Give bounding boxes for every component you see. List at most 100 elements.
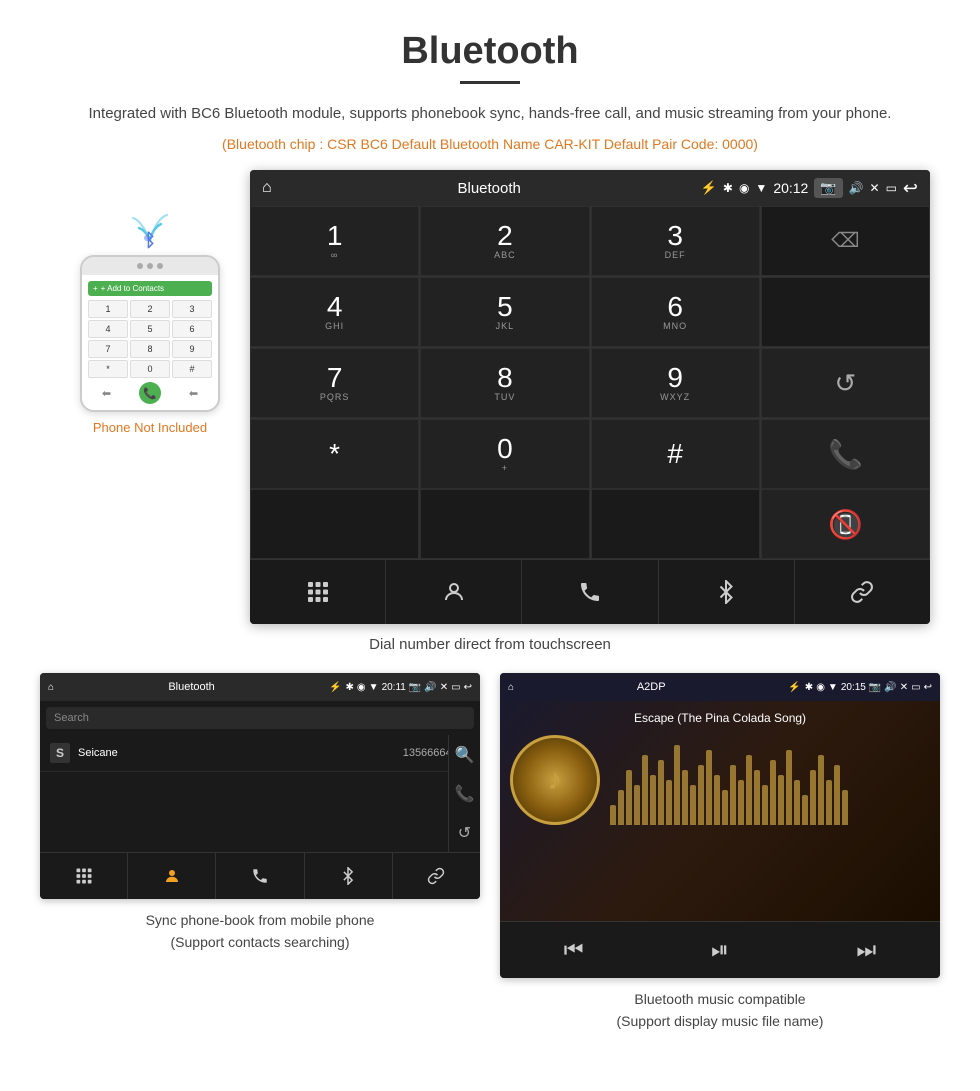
- phone-button[interactable]: [522, 560, 658, 624]
- dial-key-9[interactable]: 9WXYZ: [591, 348, 760, 418]
- pb-contact-letter: S: [50, 743, 70, 763]
- chip-info: (Bluetooth chip : CSR BC6 Default Blueto…: [0, 136, 980, 152]
- phone-dot: [137, 263, 143, 269]
- eq-bar: [762, 785, 768, 825]
- phone-key-7: 7: [88, 340, 128, 358]
- dial-key-5[interactable]: 5JKL: [420, 277, 589, 347]
- dialpad-button[interactable]: [250, 560, 386, 624]
- eq-bar: [842, 790, 848, 825]
- pb-phone-btn[interactable]: [216, 853, 304, 899]
- bottom-screens: ⌂ Bluetooth ⚡ ✱ ◉ ▼ 20:11 📷 🔊 ✕ ▭ ↩ Sear…: [0, 673, 980, 1033]
- back-icon[interactable]: ↩: [903, 178, 918, 199]
- pb-person-btn[interactable]: [128, 853, 216, 899]
- music-camera-icon: 📷: [869, 682, 881, 693]
- dial-key-7[interactable]: 7PQRS: [250, 348, 419, 418]
- dial-key-1[interactable]: 1∞: [250, 206, 419, 276]
- pb-body: S Seicane 13566664466 🔍 📞 ↺: [40, 735, 480, 852]
- pb-action-bar: [40, 852, 480, 899]
- eq-bar: [650, 775, 656, 825]
- dial-call-green[interactable]: 📞: [761, 419, 930, 489]
- music-caption: Bluetooth music compatible(Support displ…: [500, 988, 940, 1033]
- dialpad-grid: 1∞ 2ABC 3DEF ⌫ 4GHI 5JKL 6MNO: [250, 206, 930, 489]
- eq-bar: [794, 780, 800, 825]
- song-title: Escape (The Pina Colada Song): [634, 711, 806, 725]
- music-controls: ⏮ ⏯ ⏭: [500, 921, 940, 978]
- volume-icon[interactable]: 🔊: [849, 181, 864, 195]
- pb-search-bar[interactable]: Search: [46, 707, 474, 729]
- dial-key-0[interactable]: 0+: [420, 419, 589, 489]
- next-track-button[interactable]: ⏭: [841, 932, 891, 968]
- contacts-button[interactable]: [386, 560, 522, 624]
- prev-track-button[interactable]: ⏮: [549, 932, 599, 968]
- link-button[interactable]: [795, 560, 930, 624]
- eq-bar: [690, 785, 696, 825]
- eq-bar: [666, 780, 672, 825]
- page-title: Bluetooth: [0, 0, 980, 81]
- music-screen-wrapper: ⌂ A2DP ⚡ ✱ ◉ ▼ 20:15 📷 🔊 ✕ ▭ ↩ Escape (T…: [500, 673, 940, 1033]
- dial-key-6[interactable]: 6MNO: [591, 277, 760, 347]
- dial-key-4[interactable]: 4GHI: [250, 277, 419, 347]
- dial-key-hash[interactable]: #: [591, 419, 760, 489]
- pb-refresh-icon[interactable]: ↺: [458, 823, 471, 843]
- eq-bar: [770, 760, 776, 825]
- home-icon[interactable]: ⌂: [262, 179, 272, 197]
- dial-key-2[interactable]: 2ABC: [420, 206, 589, 276]
- pb-call-side-icon[interactable]: 📞: [455, 784, 475, 804]
- dial-end-call[interactable]: 📵: [761, 489, 930, 559]
- dial-key-8[interactable]: 8TUV: [420, 348, 589, 418]
- phone-side: ᛒ + + Add to Contacts 1 2 3 4: [50, 170, 250, 435]
- play-pause-button[interactable]: ⏯: [696, 932, 744, 968]
- music-back-icon: ↩: [924, 682, 932, 693]
- phone-mockup: + + Add to Contacts 1 2 3 4 5 6 7 8 9 * …: [80, 255, 220, 412]
- window-icon[interactable]: ▭: [886, 181, 897, 195]
- eq-bar: [722, 790, 728, 825]
- dial-redial[interactable]: ↺: [761, 348, 930, 418]
- pb-link-btn[interactable]: [393, 853, 480, 899]
- music-content: ♪: [510, 735, 930, 825]
- dial-key-star[interactable]: *: [250, 419, 419, 489]
- pb-search-icon[interactable]: 🔍: [455, 745, 475, 765]
- eq-bar: [714, 775, 720, 825]
- bluetooth-button[interactable]: [659, 560, 795, 624]
- music-signal: ▼: [828, 682, 838, 693]
- music-screen: ⌂ A2DP ⚡ ✱ ◉ ▼ 20:15 📷 🔊 ✕ ▭ ↩ Escape (T…: [500, 673, 940, 978]
- music-loc-icon: ◉: [816, 682, 825, 693]
- phone-key-4: 4: [88, 320, 128, 338]
- pb-bt-btn[interactable]: [305, 853, 393, 899]
- dial-empty-2: [761, 277, 930, 347]
- pb-camera-icon: 📷: [409, 682, 421, 693]
- close-icon[interactable]: ✕: [870, 181, 880, 195]
- eq-bar: [626, 770, 632, 825]
- pb-contact-name: Seicane: [78, 747, 395, 759]
- location-icon: ◉: [739, 181, 749, 195]
- phone-key-5: 5: [130, 320, 170, 338]
- dial-empty-1: ⌫: [761, 206, 930, 276]
- pb-status-right: ✱ ◉ ▼ 20:11 📷 🔊 ✕ ▭ ↩: [346, 682, 472, 693]
- bluetooth-status-icon: ✱: [723, 181, 733, 195]
- status-right-icons: ✱ ◉ ▼ 20:12 📷 🔊 ✕ ▭ ↩: [723, 178, 918, 199]
- eq-bar: [826, 780, 832, 825]
- music-x-icon: ✕: [900, 682, 908, 693]
- pb-contact-row[interactable]: S Seicane 13566664466: [40, 735, 480, 772]
- music-home-icon: ⌂: [508, 682, 514, 693]
- eq-bar: [778, 775, 784, 825]
- pb-back-icon: ↩: [464, 682, 472, 693]
- eq-bar: [834, 765, 840, 825]
- pb-search-placeholder: Search: [54, 712, 89, 724]
- pb-loc-icon: ◉: [357, 682, 366, 693]
- music-time: 20:15: [841, 682, 866, 693]
- phone-dot-3: [157, 263, 163, 269]
- pb-title: Bluetooth: [58, 681, 325, 693]
- bluetooth-wifi-icon: ᛒ: [125, 210, 175, 250]
- camera-button[interactable]: 📷: [814, 178, 842, 198]
- usb-icon: ⚡: [701, 180, 717, 196]
- phone-keypad: 1 2 3 4 5 6 7 8 9 * 0 #: [88, 300, 212, 378]
- phone-key-6: 6: [172, 320, 212, 338]
- phone-key-3: 3: [172, 300, 212, 318]
- phone-key-9: 9: [172, 340, 212, 358]
- eq-bar: [802, 795, 808, 825]
- phone-add-contacts: + + Add to Contacts: [88, 281, 212, 296]
- dial-key-3[interactable]: 3DEF: [591, 206, 760, 276]
- pb-grid-btn[interactable]: [40, 853, 128, 899]
- music-title: A2DP: [518, 681, 784, 693]
